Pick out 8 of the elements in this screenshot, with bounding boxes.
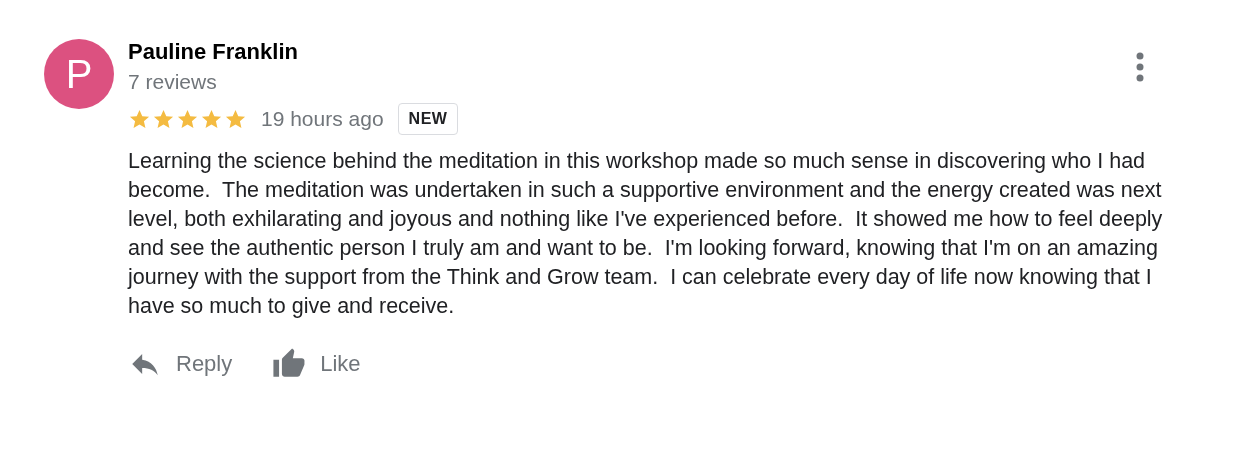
new-badge: NEW	[397, 103, 459, 135]
avatar: P	[44, 39, 114, 109]
review-text: Learning the science behind the meditation in this workshop made so much sense in discovering who I had become. The meditation was undertaken in such a supportive environment and the energy created was next level, both exhilarating and joyous and nothing like I've experienced before. It showed me how to feel deeply and see the authentic person I truly am and want to be. I'm looking forward, knowing that I'm on an amazing journey with the support from the Think and Grow team. I can celebrate every day of life now knowing that I have so much to give and receive.	[128, 148, 1164, 320]
review-count[interactable]: 7 reviews	[128, 69, 1203, 95]
like-button[interactable]: Like	[272, 347, 361, 381]
reply-button[interactable]: Reply	[128, 347, 233, 381]
author-name[interactable]: Pauline Franklin	[128, 39, 1203, 65]
review-time: 19 hours ago	[261, 107, 384, 131]
